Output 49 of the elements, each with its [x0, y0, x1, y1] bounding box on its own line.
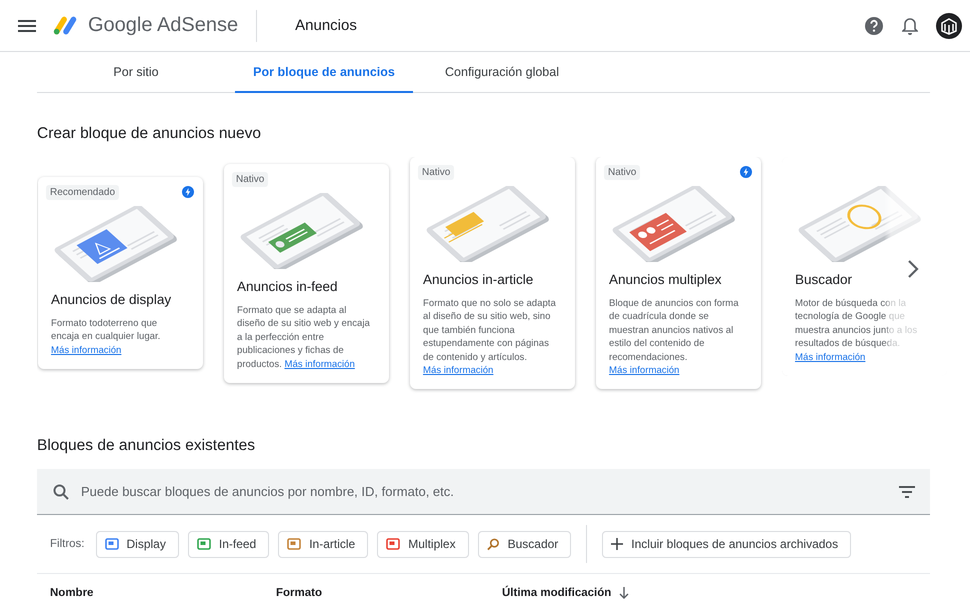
- card-title: Anuncios in-feed: [237, 279, 338, 294]
- ad-format-card[interactable]: Nativo Anuncios in-feed Formato que se adapta al diseño de su sitio web y encaja a la perfección entre publicaciones y fichas de productos. Más información: [224, 164, 389, 384]
- tab[interactable]: Configuración global: [413, 52, 591, 93]
- page-title: Anuncios: [295, 17, 357, 34]
- bell-icon[interactable]: [902, 16, 918, 34]
- chevron-right-icon[interactable]: [907, 259, 919, 279]
- filter-chip[interactable]: Buscador: [478, 530, 572, 558]
- help-icon[interactable]: [864, 16, 884, 36]
- column-header[interactable]: Nombre: [50, 587, 276, 599]
- menu-icon[interactable]: [18, 20, 36, 32]
- tab[interactable]: Por bloque de anuncios: [235, 52, 413, 93]
- filter-chip[interactable]: In-article: [278, 530, 368, 558]
- filter-icon[interactable]: [899, 486, 915, 498]
- section-title: Crear bloque de anuncios nuevo: [37, 125, 262, 143]
- filter-chip[interactable]: In-feed: [188, 530, 270, 558]
- product-name: Google AdSense: [88, 14, 238, 37]
- card-tag: Recomendado: [46, 184, 120, 200]
- tab[interactable]: Por sitio: [37, 52, 235, 93]
- search-field[interactable]: Puede buscar bloques de anuncios por nombre, ID, formato, etc.: [79, 483, 889, 500]
- card-tag: Nativo: [232, 172, 268, 186]
- column-header[interactable]: Formato: [276, 587, 502, 599]
- card-description: Formato todoterreno que encaja en cualquier lugar. Más información: [51, 317, 162, 358]
- card-title: Anuncios de display: [51, 292, 172, 307]
- avatar-icon[interactable]: [936, 12, 962, 38]
- search-icon: [53, 484, 69, 500]
- ad-format-card[interactable]: Recomendado Anuncios de display Formato todoterreno que encaja en cualquier lugar. Más información: [38, 177, 203, 370]
- filter-chip[interactable]: Display: [96, 530, 179, 558]
- filters-label: Filtros:: [50, 538, 84, 550]
- card-title: Anuncios in-article: [423, 272, 534, 287]
- card-description: Formato que no solo se adapta al diseño de su sitio web, sino que también funciona estupendamente con páginas de contenido y artículos. Más información: [423, 297, 557, 378]
- card-title: Buscador: [795, 272, 852, 287]
- more-info-link[interactable]: Más información: [609, 365, 680, 376]
- card-title: Anuncios multiplex: [609, 272, 722, 287]
- column-header[interactable]: Última modificación: [502, 587, 630, 599]
- ad-format-card[interactable]: Nativo Anuncios multiplex Bloque de anuncios con forma de cuadrícula donde se muestran anuncios nativos al estilo del contenido de recomendaciones. Más información: [596, 157, 761, 390]
- card-description: Bloque de anuncios con forma de cuadrícula donde se muestran anuncios nativos al estilo del contenido de recomendaciones. Más información: [609, 297, 740, 378]
- include-archived-button[interactable]: Incluir bloques de anuncios archivados: [602, 530, 852, 558]
- more-info-link[interactable]: Más información: [795, 352, 866, 363]
- section-title: Bloques de anuncios existentes: [37, 437, 256, 455]
- ad-format-card[interactable]: Nativo Anuncios in-article Formato que no solo se adapta al diseño de su sitio web, sino que también funciona estupendamente con páginas de contenido y artículos. Más información: [410, 157, 575, 390]
- more-info-link[interactable]: Más información: [51, 344, 122, 356]
- card-tag: Nativo: [418, 164, 454, 180]
- more-info-link[interactable]: Más información: [284, 358, 355, 370]
- plus-icon: [611, 538, 624, 550]
- filter-chip[interactable]: Multiplex: [377, 530, 469, 558]
- card-tag: Nativo: [604, 164, 640, 180]
- card-description: Formato que se adapta al diseño de su sitio web y encaja a la perfección entre publicaciones y fichas de productos. Más información: [237, 304, 371, 372]
- search-bar[interactable]: Puede buscar bloques de anuncios por nombre, ID, formato, etc.: [37, 469, 930, 515]
- more-info-link[interactable]: Más información: [423, 365, 494, 376]
